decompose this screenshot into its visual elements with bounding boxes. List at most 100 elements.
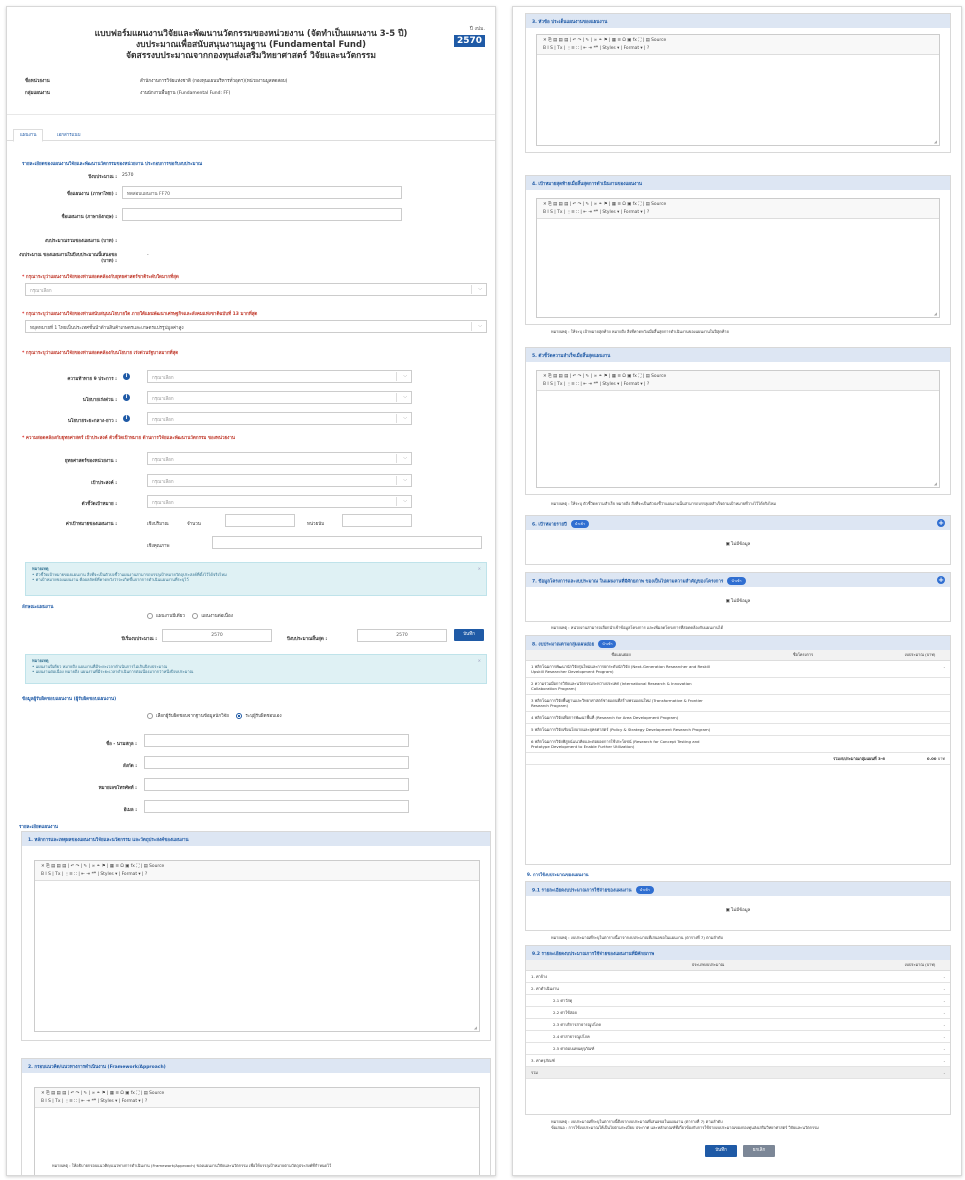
nodata-text: ▣ ไม่มีข้อมูล: [725, 542, 751, 547]
budget-note-1: หมายเหตุ : งบประมาณที่ระบุในตารางนี้ดึงจ…: [551, 1119, 723, 1124]
editor-toolbar[interactable]: ✕ ⎘ ▤ ▤ ▤ | ↶ ↷ | ✎ | ∞ ⚭ ⚑ | ▦ ≡ Ω ▣ fx…: [537, 371, 939, 391]
resize-handle-icon[interactable]: ◢: [934, 311, 937, 316]
resize-handle-icon[interactable]: ◢: [474, 1025, 477, 1030]
year-budget-value: -: [147, 253, 149, 258]
framework-note: หมายเหตุ : ให้อธิบายกรอบแนวคิด/แนวทางการ…: [52, 1163, 332, 1168]
cancel-button[interactable]: ยกเลิก: [743, 1145, 775, 1157]
budget-note-2: ข้อเสนอ : การใช้งบประมาณให้เป็นไปตามระเบ…: [551, 1125, 819, 1130]
editor-toolbar[interactable]: ✕ ⎘ ▤ ▤ ▤ | ↶ ↷ | ✎ | ∞ ⚭ ⚑ | ▦ ≡ Ω ▣ fx…: [35, 861, 479, 881]
name-th-label: ชื่อแผนงาน (ภาษาไทย) :: [66, 192, 117, 197]
editor-toolbar-row1[interactable]: ✕ ⎘ ▤ ▤ ▤ | ↶ ↷ | ✎ | ∞ ⚭ ⚑ | ▦ ≡ Ω ▣ fx…: [543, 37, 933, 45]
final-goal-editor[interactable]: ✕ ⎘ ▤ ▤ ▤ | ↶ ↷ | ✎ | ∞ ⚭ ⚑ | ▦ ≡ Ω ▣ fx…: [536, 198, 940, 318]
col-project: ชื่อโครงการ: [716, 650, 890, 661]
nesdp-value: หมุดหมายที่ 1 ไทยเป็นประเทศชั้นนำด้านสิน…: [30, 326, 184, 331]
duration-radio-group: แผนงานปีเดียว แผนงานต่อเนื่อง: [147, 612, 233, 619]
manager-phone-input[interactable]: [144, 778, 409, 791]
end-year-input[interactable]: 2570: [357, 629, 447, 642]
panel-framework-title: 2. กรอบแนวคิด/แนวทางการดำเนินงาน (Framew…: [22, 1059, 490, 1073]
import-badge[interactable]: นำเข้า: [570, 520, 590, 528]
info-icon[interactable]: i: [123, 394, 130, 401]
challenge-label: ความท้าทาย 9 ประการ :: [67, 377, 117, 382]
resize-handle-icon[interactable]: ◢: [934, 139, 937, 144]
info-icon[interactable]: i: [123, 415, 130, 422]
kpi-select[interactable]: กรุณาเลือก ⌵: [147, 495, 412, 508]
table-cell: รวม: [526, 1066, 890, 1079]
radio-single-year[interactable]: [147, 612, 153, 619]
urgent-policy-placeholder: กรุณาเลือก: [152, 397, 174, 402]
table-cell: 2.3 ค่าบริการสาธารณูปโภค: [526, 1018, 890, 1031]
manager-email-input[interactable]: [144, 800, 409, 813]
add-icon[interactable]: +: [937, 576, 945, 584]
chevron-down-icon: ⌵: [403, 415, 407, 421]
add-icon[interactable]: +: [937, 519, 945, 527]
quality-input[interactable]: [212, 536, 482, 549]
table-cell: [716, 694, 890, 712]
editor-toolbar[interactable]: ✕ ⎘ ▤ ▤ ▤ | ↶ ↷ | ✎ | ∞ ⚭ ⚑ | ▦ ≡ Ω ▣ fx…: [537, 35, 939, 55]
chevron-down-icon: ⌵: [478, 286, 482, 292]
table-row: 2.1 ค่าวัสดุ -: [526, 994, 950, 1007]
goal-select[interactable]: กรุณาเลือก ⌵: [147, 474, 412, 487]
panel-kpi: 5. ตัวชี้วัดความสำเร็จเมื่อสิ้นสุดแผนงาน…: [525, 347, 951, 495]
urgent-policy-select[interactable]: กรุณาเลือก ⌵: [147, 391, 412, 404]
col-budget: งบประมาณ (บาท): [890, 650, 950, 661]
budget-usage-title: 9. การใช้งบประมาณของแผนงาน: [527, 872, 589, 877]
close-icon[interactable]: ×: [478, 566, 481, 572]
editor-toolbar-row2[interactable]: B I S | Tx | ⋮≡ ∷ | ⇤ ⇥ ❝❞ | Styles ▾ | …: [41, 871, 473, 879]
table-cell: 2.1 ค่าวัสดุ: [526, 994, 890, 1007]
national-strategy-select[interactable]: กรุณาเลือก ⌵: [25, 283, 487, 296]
group-label: กลุ่มแผนงาน: [25, 91, 50, 96]
unit-input[interactable]: [342, 514, 412, 527]
start-year-input[interactable]: 2570: [162, 629, 272, 642]
tab-attachments[interactable]: เอกสารแนบ: [51, 130, 87, 139]
table-row: 1 พลิกโฉมการพัฒนานักวิจัยรุ่นใหม่และการย…: [526, 660, 950, 678]
manager-org-input[interactable]: [144, 756, 409, 769]
amount-input[interactable]: [225, 514, 295, 527]
radio-from-database[interactable]: [147, 712, 153, 719]
goal-placeholder: กรุณาเลือก: [152, 480, 174, 485]
editor-toolbar-row1[interactable]: ✕ ⎘ ▤ ▤ ▤ | ↶ ↷ | ✎ | ∞ ⚭ ⚑ | ▦ ≡ Ω ▣ fx…: [41, 863, 473, 871]
import-badge[interactable]: นำเข้า: [727, 577, 746, 585]
strategy-q1: กรุณาระบุว่าแผนงานวิจัยของท่านสอดคล้องกั…: [22, 273, 179, 280]
import-badge[interactable]: นำเข้า: [598, 640, 617, 648]
save-button[interactable]: บันทึก: [705, 1145, 737, 1157]
table-cell: 5 พลิกโฉมการวิจัยเชิงนโยบายและยุทธศาสตร์…: [526, 723, 716, 736]
manager-name-input[interactable]: [144, 734, 409, 747]
kpi-editor[interactable]: ✕ ⎘ ▤ ▤ ▤ | ↶ ↷ | ✎ | ∞ ⚭ ⚑ | ▦ ≡ Ω ▣ fx…: [536, 370, 940, 488]
editor-toolbar-row1[interactable]: ✕ ⎘ ▤ ▤ ▤ | ↶ ↷ | ✎ | ∞ ⚭ ⚑ | ▦ ≡ Ω ▣ fx…: [41, 1090, 473, 1098]
resize-handle-icon[interactable]: ◢: [934, 481, 937, 486]
editor-toolbar-row1[interactable]: ✕ ⎘ ▤ ▤ ▤ | ↶ ↷ | ✎ | ∞ ⚭ ⚑ | ▦ ≡ Ω ▣ fx…: [543, 373, 933, 381]
radio-multi-year[interactable]: [192, 612, 199, 619]
panel-budget-detail-title: 9.1 รายละเอียดงบประมาณการใช้จ่ายของแผนงา…: [526, 882, 950, 896]
close-icon[interactable]: ×: [478, 658, 481, 664]
nodata-label: ไม่มีข้อมูล: [731, 542, 751, 547]
editor-toolbar-row2[interactable]: B I S | Tx | ⋮≡ ∷ | ⇤ ⇥ ❝❞ | Styles ▾ | …: [543, 381, 933, 389]
form-header: แบบฟอร์มแผนงานวิจัยและพัฒนานวัตกรรมของหน…: [7, 7, 495, 115]
basic-year-value: 2570: [122, 173, 134, 178]
projects-note: หมายเหตุ : หน่วยงานสามารถเลือกนำเข้าข้อม…: [551, 625, 724, 630]
manager-org-label: สังกัด :: [123, 764, 137, 769]
agency-strategy-select[interactable]: กรุณาเลือก ⌵: [147, 452, 412, 465]
long-policy-select[interactable]: กรุณาเลือก ⌵: [147, 412, 412, 425]
table-cell: -: [890, 1054, 950, 1067]
radio-manual[interactable]: [236, 712, 243, 719]
panel-rationale-title: 1. หลักการและเหตุผลของแผนงานวิจัยและนวัต…: [22, 832, 490, 846]
editor-toolbar-row2[interactable]: B I S | Tx | ⋮≡ ∷ | ⇤ ⇥ ❝❞ | Styles ▾ | …: [41, 1098, 473, 1106]
table-row: 3 พลิกโฉมการวิจัยพื้นฐานและวิทยาศาสตร์ชา…: [526, 694, 950, 712]
editor-toolbar-row2[interactable]: B I S | Tx | ⋮≡ ∷ | ⇤ ⇥ ❝❞ | Styles ▾ | …: [543, 209, 933, 217]
challenge-select[interactable]: กรุณาเลือก ⌵: [147, 370, 412, 383]
rationale-editor[interactable]: ✕ ⎘ ▤ ▤ ▤ | ↶ ↷ | ✎ | ∞ ⚭ ⚑ | ▦ ≡ Ω ▣ fx…: [34, 860, 480, 1032]
editor-toolbar-row1[interactable]: ✕ ⎘ ▤ ▤ ▤ | ↶ ↷ | ✎ | ∞ ⚭ ⚑ | ▦ ≡ Ω ▣ fx…: [543, 201, 933, 209]
name-th-input[interactable]: ทดสอบแผนงาน FF70: [122, 186, 402, 199]
topics-editor[interactable]: ✕ ⎘ ▤ ▤ ▤ | ↶ ↷ | ✎ | ∞ ⚭ ⚑ | ▦ ≡ Ω ▣ fx…: [536, 34, 940, 146]
save-duration-button[interactable]: บันทึก: [454, 629, 484, 641]
name-en-input[interactable]: [122, 208, 402, 221]
strategy-q3: กรุณาระบุว่าแผนงานวิจัยของท่านสอดคล้องกั…: [22, 349, 178, 356]
nesdp-select[interactable]: หมุดหมายที่ 1 ไทยเป็นประเทศชั้นนำด้านสิน…: [25, 320, 487, 333]
chevron-down-icon: ⌵: [403, 373, 407, 379]
editor-toolbar[interactable]: ✕ ⎘ ▤ ▤ ▤ | ↶ ↷ | ✎ | ∞ ⚭ ⚑ | ▦ ≡ Ω ▣ fx…: [35, 1088, 479, 1108]
editor-toolbar-row2[interactable]: B I S | Tx | ⋮≡ ∷ | ⇤ ⇥ ❝❞ | Styles ▾ | …: [543, 45, 933, 53]
info-icon[interactable]: i: [123, 373, 130, 380]
tab-plan[interactable]: แผนงาน: [13, 129, 44, 142]
editor-toolbar[interactable]: ✕ ⎘ ▤ ▤ ▤ | ↶ ↷ | ✎ | ∞ ⚭ ⚑ | ▦ ≡ Ω ▣ fx…: [537, 199, 939, 219]
import-badge[interactable]: นำเข้า: [635, 886, 654, 894]
